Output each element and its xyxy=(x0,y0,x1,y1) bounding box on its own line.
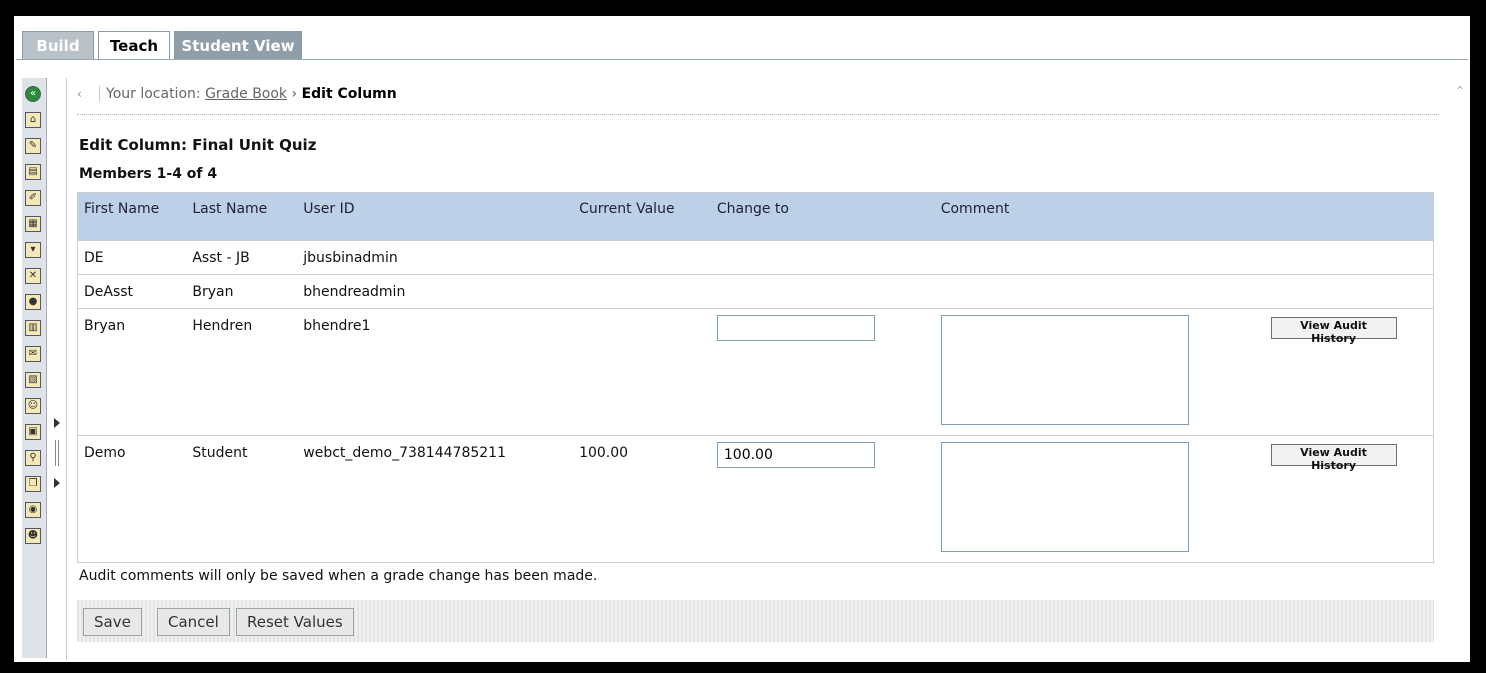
mail-icon[interactable]: ✉ xyxy=(25,346,41,362)
edit-page-icon[interactable]: ✐ xyxy=(25,190,41,206)
expand-arrow-icon[interactable] xyxy=(54,478,60,488)
copy-icon[interactable]: ❐ xyxy=(25,476,41,492)
search-icon[interactable]: ⚲ xyxy=(25,450,41,466)
cell-actions xyxy=(1264,274,1434,309)
tab-build[interactable]: Build xyxy=(22,31,94,59)
cell-current-value xyxy=(573,308,711,436)
cell-user-id: webct_demo_738144785211 xyxy=(297,435,574,563)
cell-comment xyxy=(934,308,1265,436)
cell-user-id: bhendreadmin xyxy=(297,274,574,309)
chat-icon[interactable]: ▾ xyxy=(25,242,41,258)
cell-last-name: Asst - JB xyxy=(186,240,298,275)
change-to-input[interactable] xyxy=(716,315,875,341)
button-bar: Save Cancel Reset Values xyxy=(77,600,1434,642)
cell-actions: View Audit History xyxy=(1264,308,1434,436)
view-audit-history-button[interactable]: View Audit History xyxy=(1270,317,1397,345)
cell-change-to xyxy=(710,308,935,436)
scroll-up-icon[interactable]: ⌃ xyxy=(1455,84,1468,98)
cell-actions: View Audit History xyxy=(1264,435,1434,563)
cell-last-name: Hendren xyxy=(186,308,298,436)
cell-actions xyxy=(1264,240,1434,275)
header-first-name: First Name xyxy=(77,192,187,241)
header-actions xyxy=(1264,192,1434,241)
grades-icon[interactable]: ▣ xyxy=(25,424,41,440)
header-current-value: Current Value xyxy=(573,192,711,241)
cell-first-name: DE xyxy=(77,240,187,275)
breadcrumb-divider xyxy=(77,114,1439,115)
table-row: Demo Student webct_demo_738144785211 100… xyxy=(77,435,1434,563)
header-comment: Comment xyxy=(934,192,1265,241)
save-button[interactable]: Save xyxy=(83,608,142,636)
audit-note: Audit comments will only be saved when a… xyxy=(79,568,598,584)
disk-icon[interactable]: ◉ xyxy=(25,502,41,518)
person-card-icon[interactable]: ☻ xyxy=(25,528,41,544)
pin-icon[interactable]: ✕ xyxy=(25,268,41,284)
pen-icon[interactable]: ✎ xyxy=(25,138,41,154)
reset-values-button[interactable]: Reset Values xyxy=(236,608,354,636)
comment-textarea[interactable] xyxy=(940,315,1189,425)
breadcrumb: ‹ Your location: Grade Book › Edit Column xyxy=(77,86,397,106)
breadcrumb-prefix: Your location: xyxy=(106,86,201,102)
calendar-icon[interactable]: ▦ xyxy=(25,216,41,232)
users-icon[interactable]: ☺ xyxy=(25,398,41,414)
header-last-name: Last Name xyxy=(186,192,298,241)
table-row: Bryan Hendren bhendre1 View Audit Histor… xyxy=(77,308,1434,436)
cell-current-value xyxy=(573,240,711,275)
screenshot-frame: Build Teach Student View « ⌂ ✎ ▤ ✐ ▦ ▾ ✕… xyxy=(0,0,1486,673)
collapse-icon[interactable]: « xyxy=(25,86,41,102)
document-icon[interactable]: ▥ xyxy=(25,320,41,336)
header-user-id: User ID xyxy=(297,192,574,241)
tab-bar: Build Teach Student View xyxy=(16,18,1468,60)
view-audit-history-button[interactable]: View Audit History xyxy=(1270,444,1397,472)
breadcrumb-link-grade-book[interactable]: Grade Book xyxy=(205,86,287,102)
main-content: ‹ Your location: Grade Book › Edit Column… xyxy=(66,78,1465,660)
cell-change-to xyxy=(710,274,935,309)
home-icon[interactable]: ⌂ xyxy=(25,112,41,128)
cell-change-to xyxy=(710,240,935,275)
cancel-button[interactable]: Cancel xyxy=(157,608,230,636)
expand-arrow-icon[interactable] xyxy=(54,418,60,428)
page-title: Edit Column: Final Unit Quiz xyxy=(79,136,317,154)
cell-last-name: Student xyxy=(186,435,298,563)
cell-last-name: Bryan xyxy=(186,274,298,309)
cell-user-id: bhendre1 xyxy=(297,308,574,436)
cell-first-name: Demo xyxy=(77,435,187,563)
cell-comment xyxy=(934,435,1265,563)
cell-user-id: jbusbinadmin xyxy=(297,240,574,275)
breadcrumb-separator xyxy=(99,86,100,102)
breadcrumb-current: Edit Column xyxy=(301,86,397,102)
cell-change-to xyxy=(710,435,935,563)
cell-first-name: DeAsst xyxy=(77,274,187,309)
cell-current-value xyxy=(573,274,711,309)
cell-comment xyxy=(934,274,1265,309)
page-icon[interactable]: ▤ xyxy=(25,164,41,180)
tab-student-view[interactable]: Student View xyxy=(174,31,302,59)
tool-sidebar: « ⌂ ✎ ▤ ✐ ▦ ▾ ✕ ● ▥ ✉ ▧ ☺ ▣ ⚲ ❐ ◉ ☻ xyxy=(22,78,47,658)
app-window: Build Teach Student View « ⌂ ✎ ▤ ✐ ▦ ▾ ✕… xyxy=(14,16,1470,662)
table-header-row: First Name Last Name User ID Current Val… xyxy=(77,192,1434,241)
tab-bar-divider xyxy=(16,59,1468,60)
header-change-to: Change to xyxy=(710,192,935,241)
grade-table: First Name Last Name User ID Current Val… xyxy=(77,192,1434,563)
breadcrumb-arrow-icon: › xyxy=(291,86,298,102)
comment-textarea[interactable] xyxy=(940,442,1189,552)
clipboard-icon[interactable]: ▧ xyxy=(25,372,41,388)
cell-comment xyxy=(934,240,1265,275)
table-row: DE Asst - JB jbusbinadmin xyxy=(77,240,1434,275)
cell-current-value: 100.00 xyxy=(573,435,711,563)
table-row: DeAsst Bryan bhendreadmin xyxy=(77,274,1434,309)
members-count: Members 1-4 of 4 xyxy=(79,166,218,182)
back-arrow-icon[interactable]: ‹ xyxy=(77,87,93,101)
grip-icon[interactable] xyxy=(55,440,59,466)
tab-teach[interactable]: Teach xyxy=(98,31,170,60)
change-to-input[interactable] xyxy=(716,442,875,468)
apple-icon[interactable]: ● xyxy=(25,294,41,310)
sidebar-resize-handle[interactable] xyxy=(50,418,64,508)
cell-first-name: Bryan xyxy=(77,308,187,436)
